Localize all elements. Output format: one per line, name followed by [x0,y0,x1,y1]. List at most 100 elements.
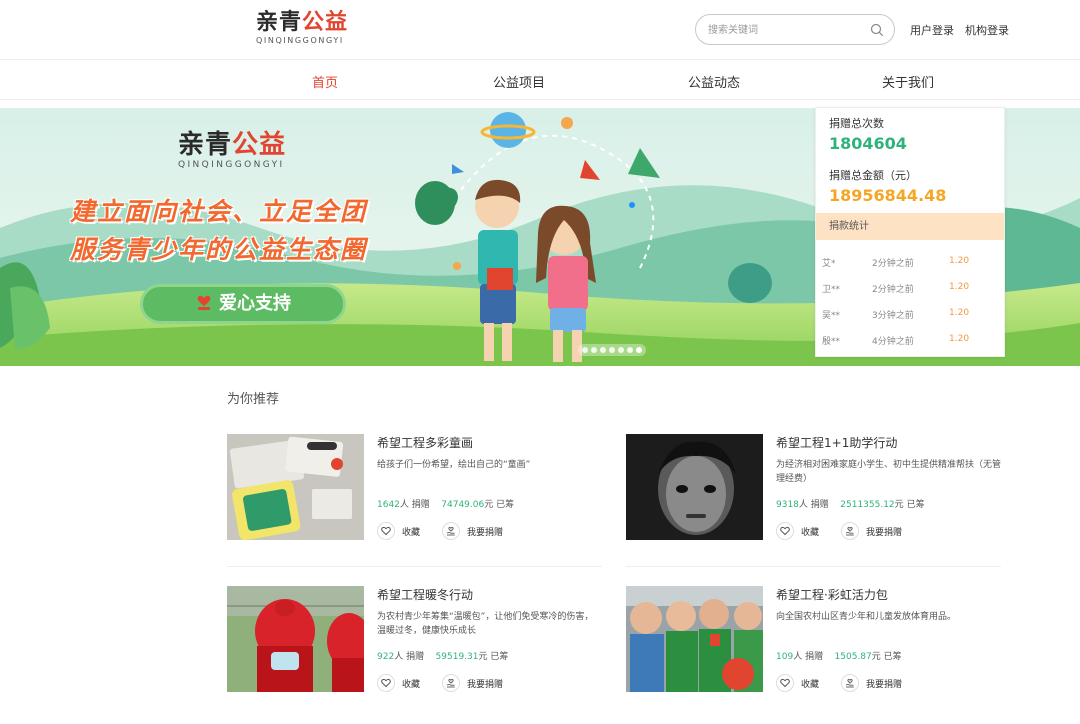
favorite-label: 收藏 [402,527,421,538]
search-input[interactable] [708,22,868,38]
favorite-button[interactable]: 收藏 [776,522,819,540]
banner-slogan-line2: 服务青少年的公益生态圈 [70,235,368,264]
project-title[interactable]: 希望工程·彩虹活力包 [776,586,888,603]
project-actions: 收藏 我要捐赠 [776,674,924,692]
donate-hand-icon [442,522,461,540]
people-unit: 人 [399,500,409,510]
project-image[interactable] [227,434,364,540]
project-image[interactable] [626,586,763,692]
search-icon[interactable] [870,23,884,37]
donor-name: 艾* [822,259,836,269]
favorite-button[interactable]: 收藏 [377,674,420,692]
heart-icon [776,522,794,540]
donor-count: 1642 [377,500,400,510]
raised-amount: 74749.06 [441,500,485,510]
project-description: 为农村青少年筹集“温暖包”，让他们免受寒冷的伤害，温暖过冬，健康快乐成长 [377,612,594,636]
raised-amount: 59519.31 [435,652,479,662]
card-divider [626,566,1001,567]
project-title[interactable]: 希望工程暖冬行动 [377,586,473,603]
carousel-dot[interactable] [591,347,597,353]
raised-unit: 已筹 [906,500,925,510]
people-unit: 人 [394,652,404,662]
donate-unit: 捐赠 [810,500,829,510]
recommend-section-title: 为你推荐 [227,392,280,407]
project-card[interactable]: 希望工程·彩虹活力包 向全国农村山区青少年和儿童发放体育用品。 109人 捐赠 … [626,586,1006,706]
nav-projects[interactable]: 公益项目 [493,72,545,91]
banner-logo: 亲青公益 QINQINGGONGYI [178,130,286,170]
donate-unit: 捐赠 [411,500,430,510]
donation-row: 卫** 2分钟之前 1.20 [822,282,998,296]
love-support-button[interactable]: 爱心支持 [140,284,346,324]
donate-hand-icon [841,674,860,692]
donation-time: 4分钟之前 [872,337,914,347]
project-card[interactable]: 希望工程多彩童画 给孩子们一份希望，绘出自己的“童画” 1642人 捐赠 747… [227,434,607,554]
raised-amount: 2511355.12 [840,500,895,510]
banner-logo-text-part2: 公益 [232,130,287,160]
banner-slogan-line1: 建立面向社会、立足全团 [70,197,368,226]
carousel-dot[interactable] [609,347,615,353]
donate-button[interactable]: 我要捐赠 [442,674,503,692]
project-card[interactable]: 希望工程暖冬行动 为农村青少年筹集“温暖包”，让他们免受寒冷的伤害，温暖过冬，健… [227,586,607,706]
nav-news[interactable]: 公益动态 [688,72,740,91]
logo-text-part2: 公益 [302,10,349,35]
donation-count-label: 捐赠总次数 [829,117,884,130]
yuan-unit: 元 [484,500,494,510]
carousel-dot[interactable] [636,347,642,353]
donation-stats-panel: 捐赠总次数 1804604 捐赠总金额（元） 18956844.48 捐款统计 … [815,107,1005,357]
donate-label: 我要捐赠 [467,679,504,690]
project-actions: 收藏 我要捐赠 [776,522,924,540]
project-title[interactable]: 希望工程多彩童画 [377,434,473,451]
donate-button[interactable]: 我要捐赠 [841,674,902,692]
donation-time: 2分钟之前 [872,259,914,269]
donate-button[interactable]: 我要捐赠 [442,522,503,540]
favorite-button[interactable]: 收藏 [776,674,819,692]
donation-amount-label: 捐赠总金额（元） [829,169,917,182]
nav-about[interactable]: 关于我们 [882,72,934,91]
project-image[interactable] [626,434,763,540]
donation-row: 殷** 4分钟之前 1.20 [822,334,998,348]
donor-count: 922 [377,652,395,662]
yuan-unit: 元 [871,652,881,662]
user-login-link[interactable]: 用户登录 [910,22,954,38]
site-logo[interactable]: 亲青公益 QINQINGGONGYI [256,10,352,50]
top-header: 亲青公益 QINQINGGONGYI 用户登录 机构登录 [0,0,1080,60]
project-title[interactable]: 希望工程1+1助学行动 [776,434,897,451]
org-login-link[interactable]: 机构登录 [965,22,1009,38]
carousel-dot[interactable] [582,347,588,353]
carousel-dot[interactable] [627,347,633,353]
donor-name: 殷** [822,337,841,347]
banner-logo-text-part1: 亲青 [178,130,233,160]
people-unit: 人 [798,500,808,510]
donate-button[interactable]: 我要捐赠 [841,522,902,540]
raised-unit: 已筹 [883,652,902,662]
donate-label: 我要捐赠 [467,527,504,538]
project-actions: 收藏 我要捐赠 [377,522,525,540]
carousel-dot[interactable] [600,347,606,353]
donate-label: 我要捐赠 [866,527,903,538]
donation-amount: 1.20 [949,256,970,266]
donate-hand-icon [841,522,860,540]
search-box [695,14,895,45]
donation-amount: 1.20 [949,308,970,318]
project-stats: 1642人 捐赠 74749.06元 已筹 [377,497,514,510]
project-stats: 922人 捐赠 59519.31元 已筹 [377,649,508,662]
donor-name: 吴** [822,311,841,321]
donation-row: 艾* 2分钟之前 1.20 [822,256,998,270]
project-card[interactable]: 希望工程1+1助学行动 为经济相对困难家庭小学生、初中生提供精准帮扶（无管理经费… [626,434,1006,554]
donate-unit: 捐赠 [805,652,824,662]
people-unit: 人 [793,652,803,662]
donation-amount: 1.20 [949,282,970,292]
raised-unit: 已筹 [490,652,509,662]
project-image[interactable] [227,586,364,692]
carousel-dot[interactable] [618,347,624,353]
favorite-button[interactable]: 收藏 [377,522,420,540]
nav-home[interactable]: 首页 [312,72,338,91]
main-nav: 首页 公益项目 公益动态 关于我们 [0,60,1080,100]
logo-text-part1: 亲青 [256,10,303,35]
donation-time: 2分钟之前 [872,285,914,295]
favorite-label: 收藏 [801,679,820,690]
project-description: 向全国农村山区青少年和儿童发放体育用品。 [776,612,957,622]
donate-unit: 捐赠 [406,652,425,662]
banner-logo-subtext: QINQINGGONGYI [178,160,285,170]
donate-label: 我要捐赠 [866,679,903,690]
